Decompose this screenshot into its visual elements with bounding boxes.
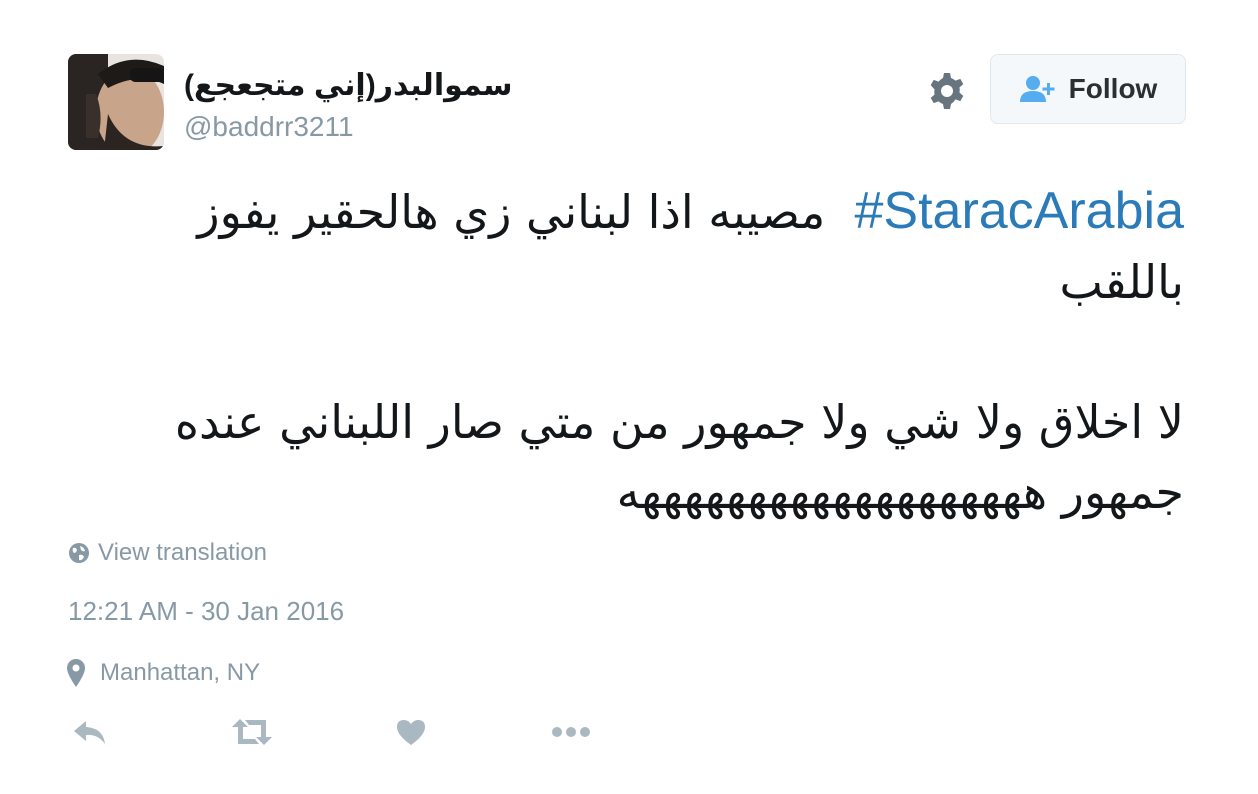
tweet-actions bbox=[0, 712, 700, 756]
view-translation-link[interactable]: View translation bbox=[68, 539, 267, 567]
tweet-timestamp[interactable]: 12:21 AM - 30 Jan 2016 bbox=[68, 596, 344, 627]
view-translation-label: View translation bbox=[98, 539, 267, 566]
location-pin-icon bbox=[67, 659, 85, 687]
reply-icon[interactable] bbox=[70, 712, 110, 752]
tweet-text: #StaracArabia مصيبه اذا لبناني زي هالحقي… bbox=[100, 176, 1184, 527]
avatar-image bbox=[68, 54, 164, 150]
follow-user-icon bbox=[1019, 76, 1055, 102]
follow-button-label: Follow bbox=[1068, 73, 1158, 104]
hashtag-link[interactable]: #StaracArabia bbox=[854, 182, 1184, 240]
globe-icon bbox=[69, 543, 89, 563]
retweet-icon[interactable] bbox=[230, 712, 274, 752]
heart-icon[interactable] bbox=[393, 712, 429, 752]
tweet-paragraph-2: لا اخلاق ولا شي ولا جمهور من متي صار الل… bbox=[174, 395, 1184, 519]
tweet-paragraph-1: #StaracArabia مصيبه اذا لبناني زي هالحقي… bbox=[100, 176, 1184, 317]
tweet-card: سموالبدر(إني متجعجع) @baddrr3211 Follow … bbox=[0, 0, 1258, 794]
tweet-location[interactable]: Manhattan, NY bbox=[66, 658, 260, 688]
follow-button[interactable]: Follow bbox=[990, 54, 1186, 124]
avatar[interactable] bbox=[68, 54, 164, 150]
user-handle[interactable]: @baddrr3211 bbox=[184, 111, 354, 143]
gear-icon[interactable] bbox=[927, 71, 967, 111]
location-label: Manhattan, NY bbox=[100, 659, 261, 686]
more-dots-icon[interactable] bbox=[550, 712, 592, 752]
display-name[interactable]: سموالبدر(إني متجعجع) bbox=[184, 68, 513, 103]
